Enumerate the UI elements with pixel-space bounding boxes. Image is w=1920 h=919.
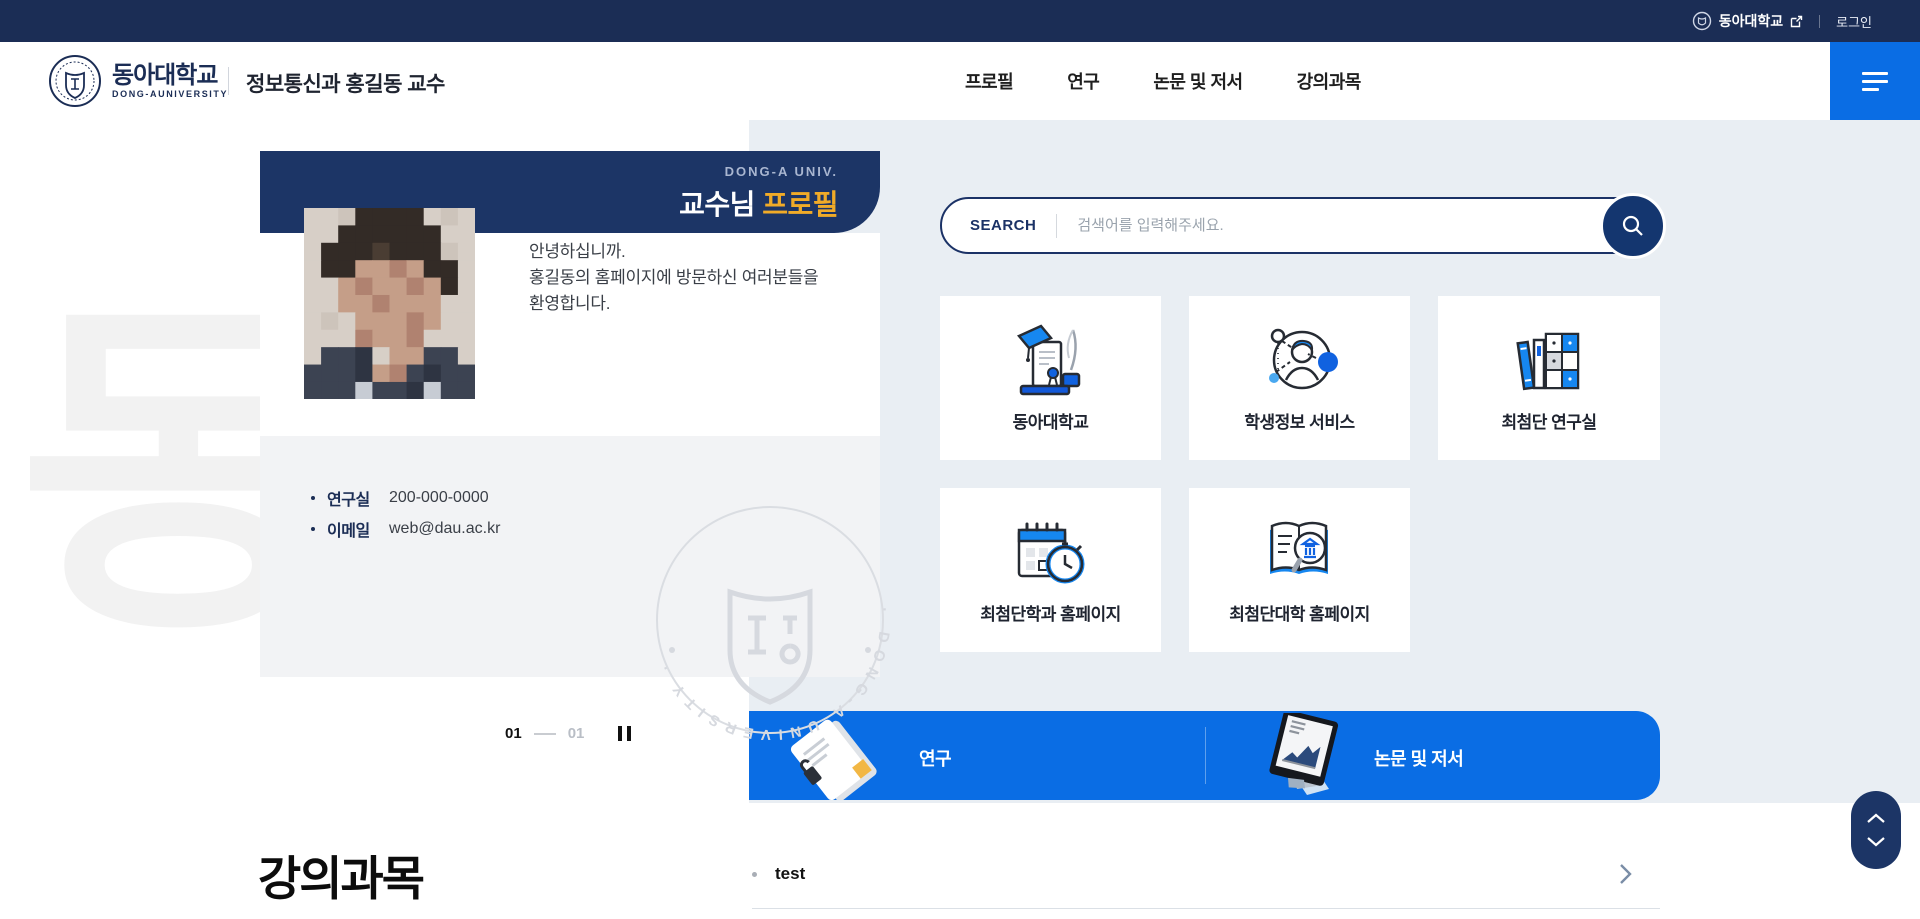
- page-scroll-control: [1851, 791, 1901, 869]
- pause-icon: [618, 726, 622, 741]
- bookshelf-icon: [1505, 312, 1593, 408]
- profile-title-accent: 프로필: [762, 189, 838, 220]
- quick-link-label: 최첨단 연구실: [1501, 408, 1596, 433]
- site-header: 동아대학교 DONG-AUNIVERSITY 정보통신과 홍길동 교수 프로필 …: [0, 42, 1920, 120]
- bullet-dot: [311, 527, 315, 531]
- contact-value: web@dau.ac.kr: [389, 520, 500, 538]
- contact-value: 200-000-0000: [389, 489, 489, 507]
- search-label: SEARCH: [970, 217, 1036, 234]
- university-site-link[interactable]: 동아대학교: [1692, 11, 1803, 31]
- search-divider: [1056, 214, 1057, 238]
- logo-text: 동아대학교 DONG-AUNIVERSITY: [112, 63, 228, 98]
- shortcut-banner: 연구 논문 및 저서: [749, 711, 1660, 800]
- greeting-line: 환영합니다.: [529, 291, 818, 317]
- profile-title-prefix: 교수님: [679, 189, 762, 220]
- quick-link-university[interactable]: 동아대학교: [940, 296, 1161, 460]
- course-row-divider: [752, 908, 1660, 909]
- calendar-clock-icon: [1007, 504, 1095, 600]
- bullet-dot: [752, 872, 757, 877]
- nav-item-profile[interactable]: 프로필: [965, 68, 1013, 94]
- scroll-up-button[interactable]: [1866, 813, 1886, 824]
- documents-icon: [775, 717, 901, 800]
- chevron-up-icon: [1866, 813, 1886, 824]
- monitor-chart-icon: [1249, 713, 1359, 800]
- quick-link-college-home[interactable]: 최첨단대학 홈페이지: [1189, 488, 1410, 652]
- chevron-down-icon: [1866, 836, 1886, 847]
- professor-photo: [304, 208, 475, 399]
- contact-row-email: 이메일 web@dau.ac.kr: [311, 517, 880, 541]
- scroll-down-button[interactable]: [1866, 836, 1886, 847]
- search-bar: SEARCH: [940, 197, 1660, 254]
- quick-link-student-info[interactable]: 학생정보 서비스: [1189, 296, 1410, 460]
- quick-link-lab[interactable]: 최첨단 연구실: [1438, 296, 1660, 460]
- nav-item-research[interactable]: 연구: [1067, 68, 1099, 94]
- banner-link-papers[interactable]: 논문 및 저서: [1374, 745, 1463, 771]
- logo[interactable]: 동아대학교 DONG-AUNIVERSITY: [48, 54, 228, 108]
- student-network-icon: [1256, 312, 1344, 408]
- chevron-right-icon: [1619, 863, 1632, 885]
- greeting-line: 안녕하십니까.: [529, 239, 818, 265]
- slider-pause-button[interactable]: [616, 724, 633, 743]
- university-emblem-icon: [1692, 11, 1712, 31]
- external-link-icon: [1790, 15, 1803, 28]
- quick-link-label: 최첨단대학 홈페이지: [1229, 600, 1369, 625]
- page: 동아대학교 로그인 동아대학교 DONG-AUNIVERSITY 정보통신과 홍…: [0, 0, 1920, 919]
- login-link[interactable]: 로그인: [1836, 12, 1872, 31]
- quick-link-label: 동아대학교: [1013, 408, 1089, 433]
- contact-label: 연구실: [327, 486, 389, 510]
- quick-link-department-home[interactable]: 최첨단학과 홈페이지: [940, 488, 1161, 652]
- graduation-diploma-icon: [1007, 312, 1095, 408]
- course-list-item[interactable]: test: [752, 856, 1660, 892]
- slide-progress-line: [534, 733, 556, 735]
- logo-title: 동아대학교: [112, 63, 228, 88]
- main-nav: 프로필 연구 논문 및 저서 강의과목: [965, 42, 1361, 120]
- greeting-text: 안녕하십니까. 홍길동의 홈페이지에 방문하신 여러분들을 환영합니다.: [529, 239, 818, 317]
- search-button[interactable]: [1600, 193, 1666, 259]
- search-input[interactable]: [1077, 217, 1658, 234]
- profile-contact-section: 연구실 200-000-0000 이메일 web@dau.ac.kr: [260, 436, 880, 677]
- page-title: 정보통신과 홍길동 교수: [246, 68, 445, 98]
- contact-row-office: 연구실 200-000-0000: [311, 486, 880, 510]
- profile-eyebrow: DONG-A UNIV.: [260, 164, 838, 179]
- banner-divider: [1205, 727, 1206, 784]
- topbar-divider: [1819, 15, 1820, 28]
- university-seal-icon: [48, 54, 102, 108]
- nav-item-papers[interactable]: 논문 및 저서: [1153, 68, 1242, 94]
- logo-subtitle: DONG-AUNIVERSITY: [112, 89, 228, 99]
- header-divider: [228, 67, 229, 95]
- section-title-courses: 강의과목: [258, 840, 423, 909]
- search-icon: [1620, 213, 1646, 239]
- quick-link-label: 최첨단학과 홈페이지: [980, 600, 1120, 625]
- slide-current: 01: [505, 725, 522, 742]
- contact-label: 이메일: [327, 517, 389, 541]
- menu-button[interactable]: [1830, 42, 1920, 120]
- slider-pagination: 01 01: [505, 724, 633, 743]
- slide-total: 01: [568, 725, 585, 742]
- hamburger-icon: [1862, 72, 1888, 91]
- banner-link-research[interactable]: 연구: [919, 745, 951, 771]
- course-name: test: [775, 864, 805, 884]
- greeting-line: 홍길동의 홈페이지에 방문하신 여러분들을: [529, 265, 818, 291]
- quick-link-label: 학생정보 서비스: [1244, 408, 1354, 433]
- bullet-dot: [311, 496, 315, 500]
- book-search-icon: [1256, 504, 1344, 600]
- top-utility-bar: 동아대학교 로그인: [0, 0, 1920, 42]
- nav-item-courses[interactable]: 강의과목: [1297, 68, 1361, 94]
- university-link-label: 동아대학교: [1719, 11, 1783, 31]
